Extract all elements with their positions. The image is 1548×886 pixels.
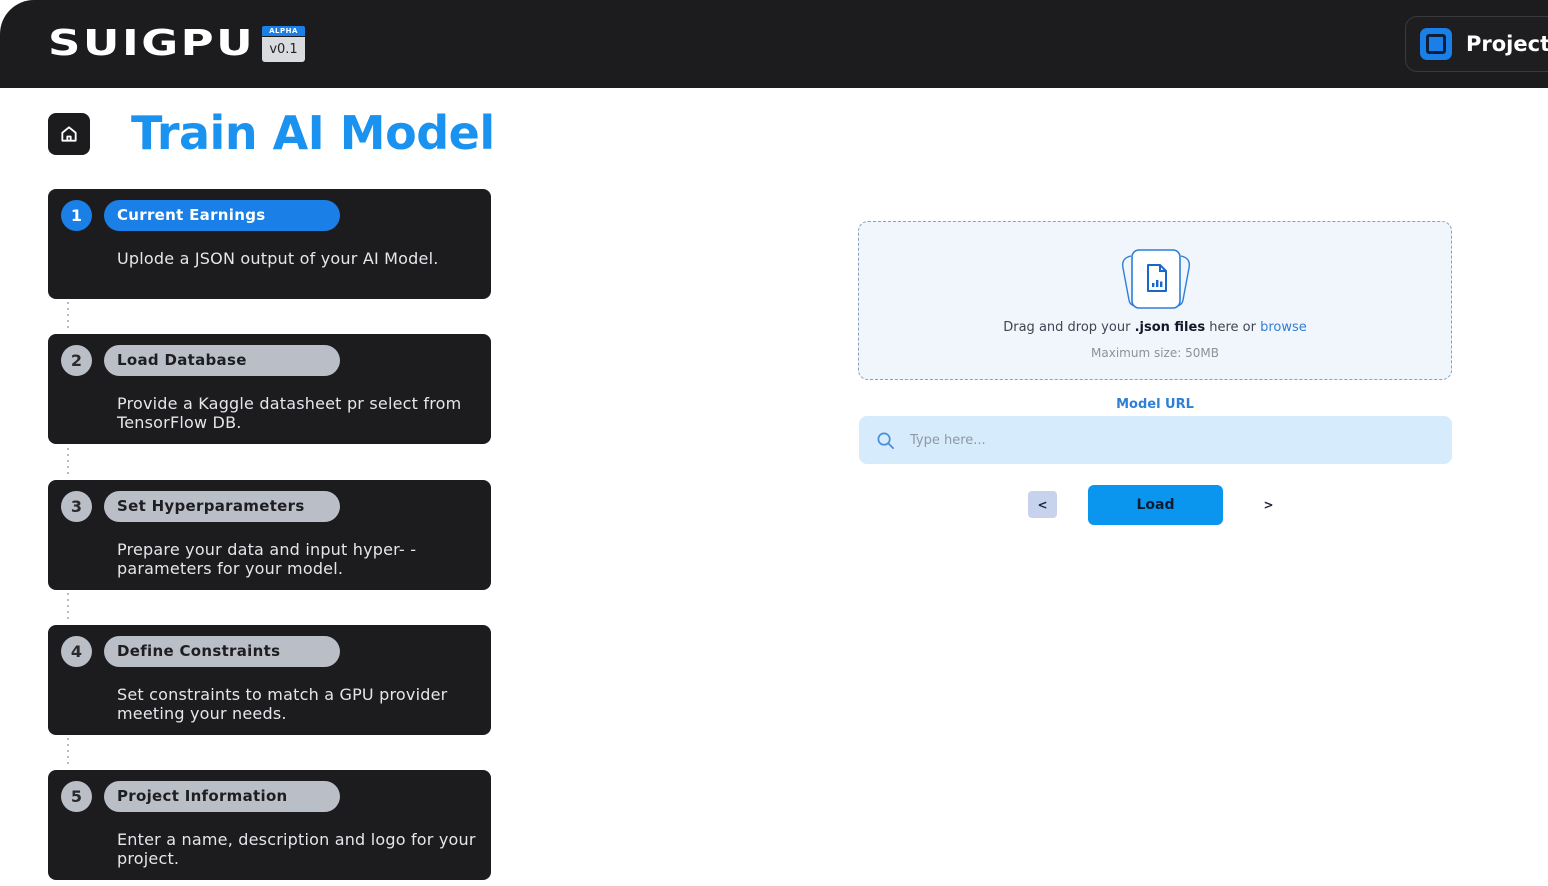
step-connector <box>67 302 69 332</box>
step-number: 3 <box>61 491 92 522</box>
max-size-note: Maximum size: 50MB <box>1091 346 1219 360</box>
browse-link[interactable]: browse <box>1260 320 1307 335</box>
project-button-label: Project <box>1466 32 1548 56</box>
app-logo[interactable]: SUIGPU <box>48 22 255 66</box>
load-button[interactable]: Load <box>1088 485 1223 525</box>
model-url-field[interactable] <box>859 416 1452 464</box>
dropzone-text-prefix: Drag and drop your <box>1003 320 1131 335</box>
step-title: Project Information <box>104 781 340 812</box>
step-description: Set constraints to match a GPU provider … <box>117 685 448 723</box>
step-description: Provide a Kaggle datasheet pr select fro… <box>117 394 462 432</box>
version-badge-group: ALPHA v0.1 <box>262 26 305 62</box>
step-description: Uplode a JSON output of your AI Model. <box>117 249 439 268</box>
search-icon <box>877 432 894 449</box>
step-number: 5 <box>61 781 92 812</box>
model-url-label: Model URL <box>1116 397 1194 412</box>
project-button[interactable]: Project <box>1405 16 1548 72</box>
step-description: Prepare your data and input hyper- -para… <box>117 540 417 578</box>
dropzone-instructions: Drag and drop your .json files here or b… <box>859 320 1451 335</box>
page-title: Train AI Model <box>131 106 495 160</box>
step-description: Enter a name, description and logo for y… <box>117 830 476 868</box>
step-connector <box>67 593 69 623</box>
file-dropzone[interactable]: Drag and drop your .json files here or b… <box>858 221 1452 380</box>
next-button[interactable]: > <box>1254 491 1283 518</box>
step-title: Set Hyperparameters <box>104 491 340 522</box>
version-badge: v0.1 <box>262 37 305 62</box>
step-number: 1 <box>61 200 92 231</box>
step-title: Current Earnings <box>104 200 340 231</box>
step-card-define-constraints[interactable]: 4 Define Constraints Set constraints to … <box>48 625 491 735</box>
step-card-project-information[interactable]: 5 Project Information Enter a name, desc… <box>48 770 491 880</box>
project-square-icon <box>1420 28 1452 60</box>
alpha-badge: ALPHA <box>262 26 305 36</box>
step-connector <box>67 448 69 478</box>
step-number: 2 <box>61 345 92 376</box>
previous-button[interactable]: < <box>1028 491 1057 518</box>
dropzone-file-type: .json files <box>1134 320 1206 335</box>
step-card-set-hyperparameters[interactable]: 3 Set Hyperparameters Prepare your data … <box>48 480 491 590</box>
step-card-load-database[interactable]: 2 Load Database Provide a Kaggle datashe… <box>48 334 491 444</box>
model-url-input[interactable] <box>910 416 1430 464</box>
file-chart-icon <box>1121 249 1191 309</box>
step-title: Define Constraints <box>104 636 340 667</box>
step-title: Load Database <box>104 345 340 376</box>
step-connector <box>67 738 69 768</box>
dropzone-text-middle: here or <box>1209 320 1256 335</box>
home-button[interactable] <box>48 113 90 155</box>
home-icon <box>61 126 77 142</box>
top-bar: SUIGPU ALPHA v0.1 Project <box>0 0 1548 88</box>
step-number: 4 <box>61 636 92 667</box>
step-card-current-earnings[interactable]: 1 Current Earnings Uplode a JSON output … <box>48 189 491 299</box>
